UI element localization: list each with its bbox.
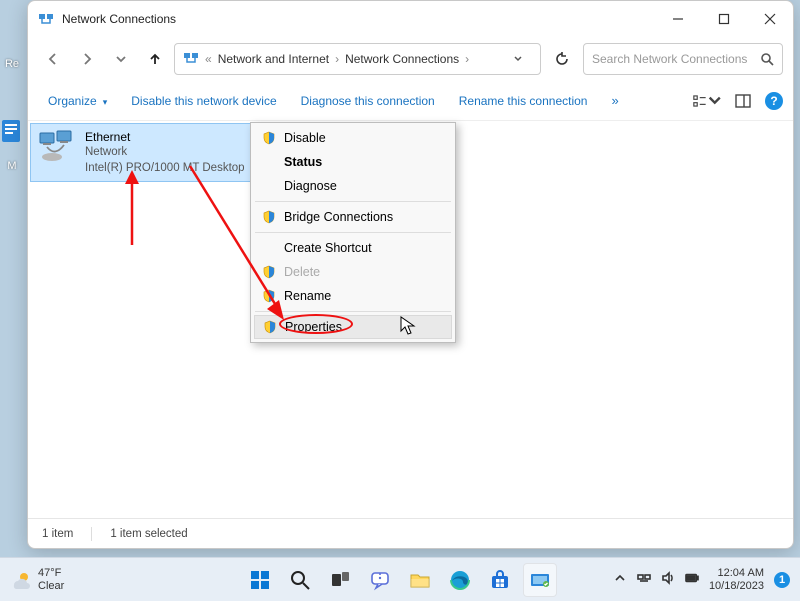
search-box[interactable] [583, 43, 783, 75]
chat-button[interactable] [363, 563, 397, 597]
notification-badge[interactable]: 1 [774, 572, 790, 588]
edge-button[interactable] [443, 563, 477, 597]
context-properties[interactable]: Properties [254, 315, 452, 339]
context-item-label: Create Shortcut [284, 241, 372, 255]
breadcrumb-separator-icon: › [465, 52, 469, 66]
context-menu: Disable Status Diagnose Bridge Connectio… [250, 122, 456, 343]
preview-pane-button[interactable] [729, 87, 757, 115]
context-diagnose[interactable]: Diagnose [254, 174, 452, 198]
view-options-button[interactable] [693, 87, 721, 115]
menu-separator [255, 232, 451, 233]
context-item-label: Diagnose [284, 179, 337, 193]
address-icon [183, 50, 199, 69]
weather-icon [10, 569, 32, 591]
context-rename[interactable]: Rename [254, 284, 452, 308]
organize-menu[interactable]: Organize [38, 88, 117, 114]
control-panel-button[interactable] [523, 563, 557, 597]
shield-icon [262, 289, 276, 303]
close-button[interactable] [747, 3, 793, 35]
clock-date: 10/18/2023 [709, 580, 764, 593]
context-item-label: Bridge Connections [284, 210, 393, 224]
clock[interactable]: 12:04 AM 10/18/2023 [709, 567, 764, 592]
desktop-icon-partial [0, 118, 24, 158]
mouse-cursor-icon [400, 316, 416, 336]
rename-connection-button[interactable]: Rename this connection [449, 88, 598, 114]
desktop-icon-partial: Re [0, 58, 24, 70]
adapter-icon [37, 129, 77, 165]
address-history-dropdown[interactable] [504, 43, 532, 75]
network-tray-icon[interactable] [637, 571, 651, 588]
store-button[interactable] [483, 563, 517, 597]
shield-icon [263, 320, 277, 334]
context-delete: Delete [254, 260, 452, 284]
search-input[interactable] [592, 52, 760, 66]
navigation-bar: « Network and Internet › Network Connect… [28, 37, 793, 81]
context-item-label: Delete [284, 265, 320, 279]
weather-condition: Clear [38, 580, 64, 592]
command-bar: Organize Disable this network device Dia… [28, 81, 793, 121]
titlebar[interactable]: Network Connections [28, 1, 793, 37]
up-button[interactable] [140, 44, 170, 74]
help-button[interactable]: ? [765, 92, 783, 110]
context-item-label: Disable [284, 131, 326, 145]
breadcrumb-item[interactable]: Network and Internet [218, 52, 329, 66]
battery-tray-icon[interactable] [685, 571, 699, 588]
forward-button[interactable] [72, 44, 102, 74]
diagnose-connection-button[interactable]: Diagnose this connection [291, 88, 445, 114]
menu-separator [255, 311, 451, 312]
weather-widget[interactable]: 47°F Clear [10, 567, 64, 591]
minimize-button[interactable] [655, 3, 701, 35]
tray-overflow-icon[interactable] [613, 571, 627, 588]
context-bridge[interactable]: Bridge Connections [254, 205, 452, 229]
breadcrumb-item[interactable]: Network Connections [345, 52, 459, 66]
adapter-status: Network [85, 145, 245, 161]
item-count: 1 item [42, 528, 73, 540]
address-bar[interactable]: « Network and Internet › Network Connect… [174, 43, 541, 75]
context-create-shortcut[interactable]: Create Shortcut [254, 236, 452, 260]
shield-icon [262, 210, 276, 224]
more-commands-button[interactable]: » [601, 93, 628, 108]
window-title: Network Connections [62, 12, 176, 26]
recent-locations-dropdown[interactable] [106, 44, 136, 74]
search-button[interactable] [283, 563, 317, 597]
back-button[interactable] [38, 44, 68, 74]
context-disable[interactable]: Disable [254, 126, 452, 150]
desktop-icon-partial: M [0, 160, 24, 172]
task-view-button[interactable] [323, 563, 357, 597]
window-icon [38, 11, 54, 27]
maximize-button[interactable] [701, 3, 747, 35]
shield-icon [262, 265, 276, 279]
taskbar[interactable]: 47°F Clear [0, 557, 800, 601]
network-adapter-item[interactable]: Ethernet Network Intel(R) PRO/1000 MT De… [30, 123, 278, 182]
weather-temp: 47°F [38, 567, 64, 579]
volume-tray-icon[interactable] [661, 571, 675, 588]
start-button[interactable] [243, 563, 277, 597]
breadcrumb-prefix: « [205, 52, 212, 66]
selected-count: 1 item selected [110, 528, 187, 540]
menu-separator [255, 201, 451, 202]
clock-time: 12:04 AM [709, 567, 764, 580]
disable-device-button[interactable]: Disable this network device [121, 88, 286, 114]
breadcrumb-separator-icon: › [335, 52, 339, 66]
adapter-name: Ethernet [85, 129, 245, 145]
context-status[interactable]: Status [254, 150, 452, 174]
context-item-label: Rename [284, 289, 331, 303]
adapter-device: Intel(R) PRO/1000 MT Desktop [85, 161, 245, 177]
context-item-label: Status [284, 155, 322, 169]
context-item-label: Properties [285, 320, 342, 334]
search-icon [760, 52, 774, 66]
system-tray[interactable]: 12:04 AM 10/18/2023 1 [613, 567, 790, 592]
shield-icon [262, 131, 276, 145]
refresh-button[interactable] [545, 43, 579, 75]
file-explorer-button[interactable] [403, 563, 437, 597]
status-bar: 1 item 1 item selected [28, 518, 793, 548]
